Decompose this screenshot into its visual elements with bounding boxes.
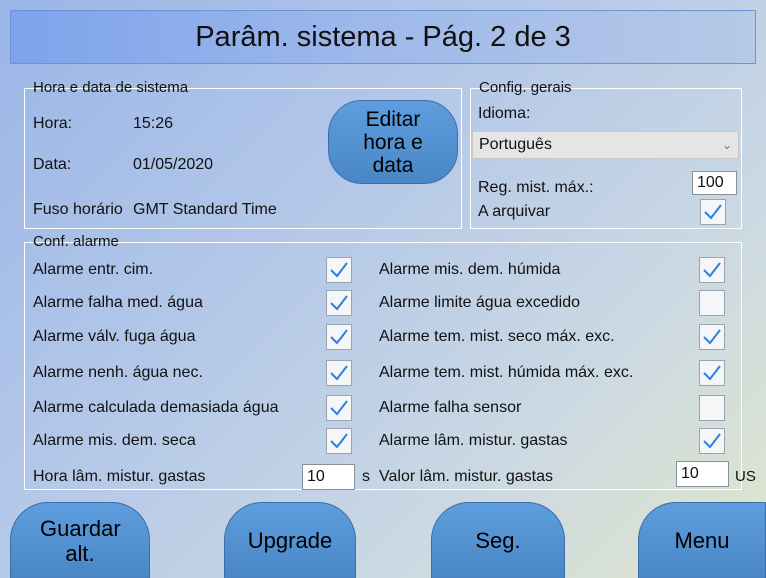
alarm-left-label: Alarme entr. cim. xyxy=(33,261,154,278)
page-title-bar: Parâm. sistema - Pág. 2 de 3 xyxy=(10,10,756,64)
alarm-left-label: Alarme mis. dem. seca xyxy=(33,432,196,449)
next-page-label: Seg. xyxy=(475,528,521,553)
alarm-config-legend: Conf. alarme xyxy=(33,233,119,250)
alarm-left-checkbox[interactable] xyxy=(326,257,352,283)
date-label: Data: xyxy=(33,156,72,173)
alarm-left-checkbox[interactable] xyxy=(326,360,352,386)
alarm-right-checkbox[interactable] xyxy=(699,395,725,421)
max-mix-label: Reg. mist. máx.: xyxy=(478,179,594,196)
alarm-left-checkbox[interactable] xyxy=(326,324,352,350)
alarm-right-checkbox[interactable] xyxy=(699,324,725,350)
language-select-value: Português xyxy=(479,136,552,153)
timezone-value: GMT Standard Time xyxy=(133,201,277,218)
chevron-down-icon: ⌄ xyxy=(721,138,732,152)
page-title: Parâm. sistema - Pág. 2 de 3 xyxy=(195,20,571,53)
checkmark-icon xyxy=(330,433,348,449)
checkmark-icon xyxy=(703,262,721,278)
alarm-right-label: Alarme mis. dem. húmida xyxy=(379,261,561,278)
checkmark-icon xyxy=(330,365,348,381)
alarm-right-checkbox[interactable] xyxy=(699,257,725,283)
alarm-left-checkbox[interactable] xyxy=(326,395,352,421)
checkmark-icon xyxy=(330,400,348,416)
alarm-left-label: Alarme calculada demasiada água xyxy=(33,399,279,416)
blade-value-input[interactable]: 10 xyxy=(676,461,729,487)
checkmark-icon xyxy=(330,329,348,345)
upgrade-label: Upgrade xyxy=(247,528,333,553)
timezone-label: Fuso horário xyxy=(33,201,123,218)
alarm-left-label: Alarme válv. fuga água xyxy=(33,328,196,345)
alarm-right-label: Alarme tem. mist. húmida máx. exc. xyxy=(379,364,634,381)
alarm-left-checkbox[interactable] xyxy=(326,428,352,454)
upgrade-button[interactable]: Upgrade xyxy=(224,502,356,578)
alarm-right-checkbox[interactable] xyxy=(699,360,725,386)
edit-time-date-label: Editar hora e data xyxy=(363,107,423,177)
save-changes-label: Guardar alt. xyxy=(40,515,121,566)
checkmark-icon xyxy=(703,433,721,449)
alarm-right-checkbox[interactable] xyxy=(699,290,725,316)
alarm-left-label: Alarme falha med. água xyxy=(33,294,203,311)
checkmark-icon xyxy=(330,262,348,278)
checkmark-icon xyxy=(703,365,721,381)
menu-button[interactable]: Menu xyxy=(638,502,766,578)
language-select[interactable]: Português ⌄ xyxy=(472,131,739,159)
alarm-right-label: Alarme tem. mist. seco máx. exc. xyxy=(379,328,615,345)
checkmark-icon xyxy=(330,295,348,311)
alarm-left-label: Alarme nenh. água nec. xyxy=(33,364,203,381)
edit-time-date-button[interactable]: Editar hora e data xyxy=(328,100,458,184)
time-label: Hora: xyxy=(33,115,73,132)
alarm-right-label: Alarme falha sensor xyxy=(379,399,522,416)
archive-checkbox[interactable] xyxy=(700,199,726,225)
menu-label: Menu xyxy=(674,528,730,553)
alarm-right-label: Alarme limite água excedido xyxy=(379,294,580,311)
alarm-right-label: Alarme lâm. mistur. gastas xyxy=(379,432,568,449)
checkmark-icon xyxy=(703,329,721,345)
save-changes-button[interactable]: Guardar alt. xyxy=(10,502,150,578)
archive-label: A arquivar xyxy=(478,203,551,220)
time-value: 15:26 xyxy=(133,115,174,132)
blade-value-label: Valor lâm. mistur. gastas xyxy=(379,468,553,485)
alarm-right-checkbox[interactable] xyxy=(699,428,725,454)
next-page-button[interactable]: Seg. xyxy=(431,502,565,578)
system-time-legend: Hora e data de sistema xyxy=(33,79,189,96)
blade-value-unit: US xyxy=(735,468,756,485)
max-mix-input[interactable]: 100 xyxy=(692,171,737,195)
blade-hours-label: Hora lâm. mistur. gastas xyxy=(33,468,206,485)
date-value: 01/05/2020 xyxy=(133,156,214,173)
language-label: Idioma: xyxy=(478,105,531,122)
general-config-legend: Config. gerais xyxy=(479,79,572,96)
blade-hours-unit: s xyxy=(362,468,370,485)
alarm-left-checkbox[interactable] xyxy=(326,290,352,316)
blade-hours-input[interactable]: 10 xyxy=(302,464,355,490)
